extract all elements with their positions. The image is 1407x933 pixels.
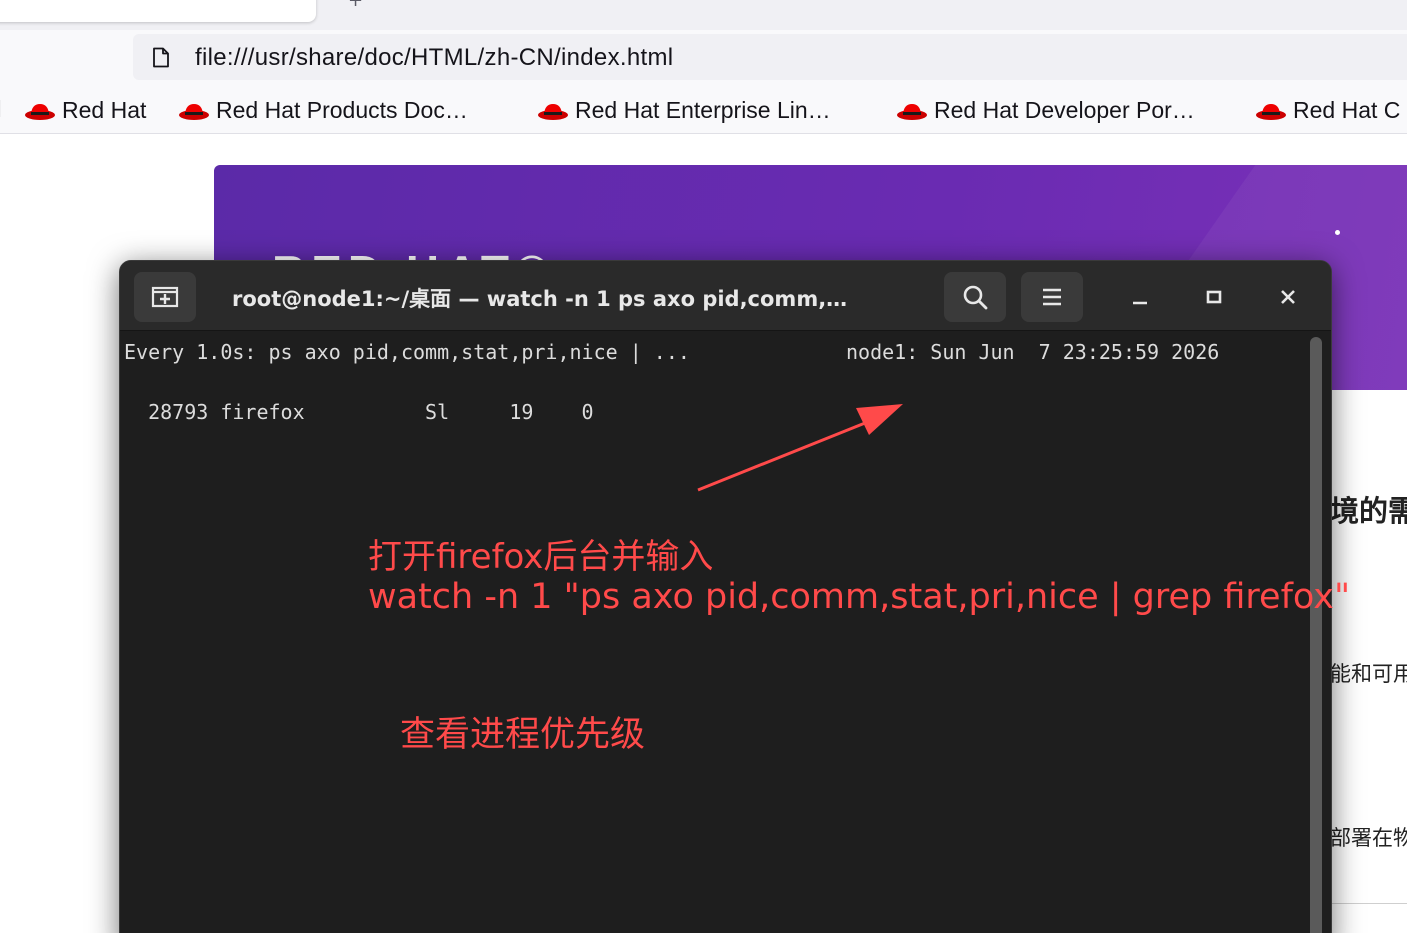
close-icon (1281, 290, 1295, 304)
minimize-button[interactable] (1122, 279, 1158, 315)
process-row-firefox: 28793 firefox Sl 19 0 (124, 400, 594, 424)
bookmark-edge: l (0, 98, 2, 123)
new-tab-button[interactable] (134, 272, 196, 322)
search-icon (963, 285, 988, 310)
tab-close-icon[interactable]: ✕ (266, 0, 278, 2)
watch-header-command: Every 1.0s: ps axo pid,comm,stat,pri,nic… (124, 340, 690, 364)
terminal-titlebar[interactable]: root@node1:~/桌面 — watch -n 1 ps axo pid,… (120, 261, 1331, 331)
bookmark-label: Red Hat Enterprise Lin… (575, 97, 831, 123)
bookmark-label: Red Hat Developer Por… (934, 97, 1195, 123)
watch-header-host-time: node1: Sun Jun 7 23:25:59 2026 (846, 340, 1220, 364)
redhat-icon (25, 103, 55, 120)
close-button[interactable] (1270, 279, 1306, 315)
bookmark-red-hat-c[interactable]: Red Hat C (1255, 97, 1400, 124)
bookmark-label: Red Hat C (1293, 97, 1401, 123)
hamburger-menu-icon (1043, 288, 1061, 306)
page-icon (153, 47, 169, 68)
new-tab-icon[interactable]: + (348, 0, 363, 11)
bookmark-red-hat-developer-portal[interactable]: Red Hat Developer Por… (896, 97, 1195, 124)
maximize-button[interactable] (1196, 279, 1232, 315)
redhat-icon (538, 103, 568, 120)
terminal-title: root@node1:~/桌面 — watch -n 1 ps axo pid,… (232, 287, 848, 311)
bookmark-red-hat-products-doc[interactable]: Red Hat Products Doc… (178, 97, 468, 124)
url-text[interactable]: file:///usr/share/doc/HTML/zh-CN/index.h… (195, 44, 673, 72)
redhat-icon (179, 103, 209, 120)
annotation-text-open-firefox: 打开firefox后台并输入 (368, 537, 714, 577)
bookmark-label: Red Hat (62, 97, 147, 123)
menu-button[interactable] (1021, 272, 1083, 322)
annotation-text-command: watch -n 1 "ps axo pid,comm,stat,pri,nic… (368, 577, 1351, 617)
bookmark-red-hat-enterprise-linux[interactable]: Red Hat Enterprise Lin… (537, 97, 831, 124)
bookmark-red-hat[interactable]: Red Hat (24, 97, 146, 124)
redhat-icon (1256, 103, 1286, 120)
new-tab-icon (151, 286, 179, 308)
maximize-icon (1206, 290, 1222, 304)
bookmarks-toolbar: l Red Hat Red Hat Products Doc… Red Hat … (0, 88, 1407, 134)
terminal-scrollbar[interactable] (1310, 337, 1322, 933)
bookmark-label: Red Hat Products Doc… (216, 97, 468, 123)
minimize-icon (1133, 301, 1147, 305)
redhat-icon (897, 103, 927, 120)
page-heading-fragment: 境的需 (1330, 494, 1407, 528)
page-text-fragment: 能和可用 (1330, 662, 1407, 686)
tab-strip: ✕ + (0, 0, 1407, 30)
annotation-text-view-priority: 查看进程优先级 (400, 715, 646, 755)
active-tab[interactable]: ✕ (0, 0, 316, 22)
search-button[interactable] (944, 272, 1006, 322)
page-text-fragment: 部署在物 (1330, 826, 1407, 850)
banner-dot (1335, 230, 1340, 235)
page-divider (1330, 903, 1407, 904)
url-bar[interactable]: file:///usr/share/doc/HTML/zh-CN/index.h… (133, 34, 1407, 80)
navigation-bar: file:///usr/share/doc/HTML/zh-CN/index.h… (0, 30, 1407, 88)
